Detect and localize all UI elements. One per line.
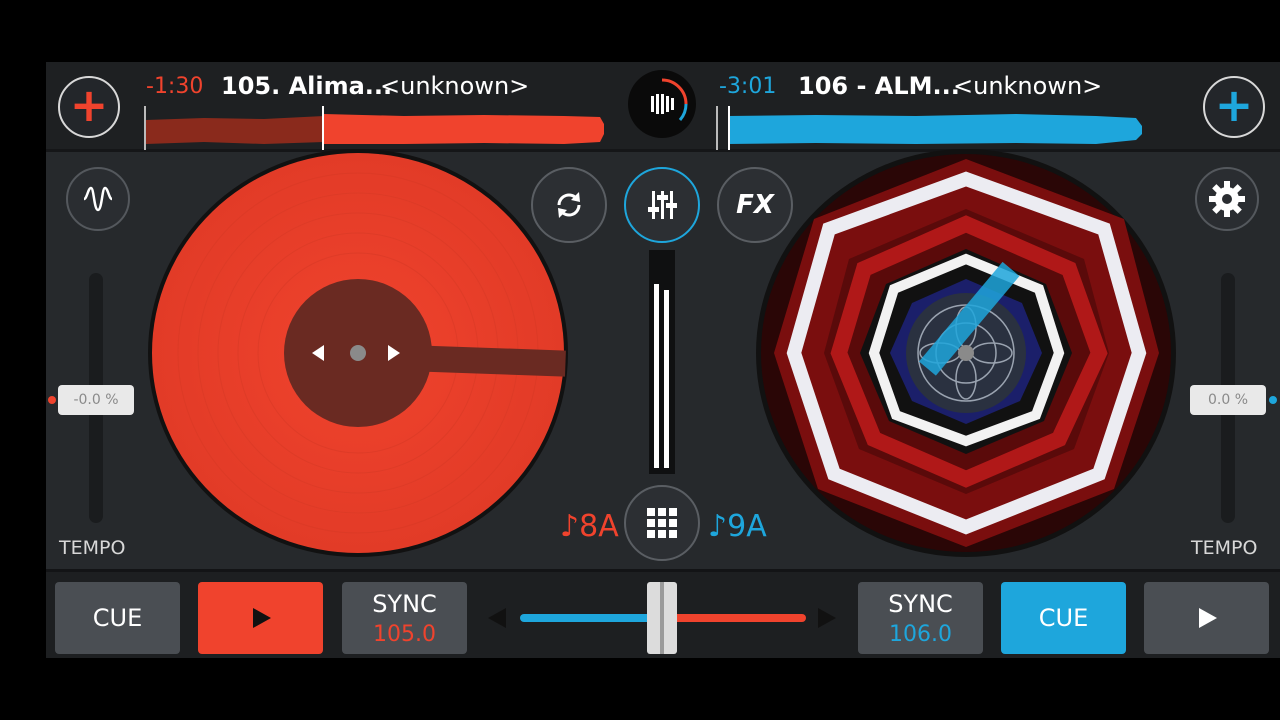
dj-app: + -1:30 105. Alima... <unknown> -3:01 10… [46,62,1280,658]
deck-a-play-button[interactable] [198,582,323,654]
deck-a-tempo-label: TEMPO [59,537,126,559]
deck-a-sync-label: SYNC [372,589,437,618]
deck-b-sync-button[interactable]: SYNC 106.0 [858,582,983,654]
deck-a-bpm: 105.0 [373,621,436,647]
deck-a-key: ♪8A [560,509,619,544]
gear-icon [1209,181,1245,217]
crossfader-left-icon [488,608,506,628]
deck-b-bpm: 106.0 [889,621,952,647]
deck-b-add-track-button[interactable]: + [1203,76,1265,138]
deck-a-cue-label: CUE [92,604,143,632]
vu-meter [649,250,675,474]
mixer-icon [648,191,677,219]
deck-b-track-title: 106 - ALM... [798,72,960,100]
settings-button[interactable] [1195,167,1259,231]
loop-icon [557,192,581,218]
waveform-view-button[interactable] [66,167,130,231]
plus-icon: + [69,78,109,132]
mixer-button[interactable] [624,167,700,243]
deck-a-cue-button[interactable]: CUE [55,582,180,654]
app-logo-icon[interactable] [628,70,696,138]
deck-b-tempo-indicator [1269,396,1277,404]
deck-a-waveform[interactable] [144,104,606,150]
deck-a-time-remaining: -1:30 [146,74,204,99]
transport-bar: CUE SYNC 105.0 SYNC 106.0 CUE [46,569,1280,658]
deck-a-add-track-button[interactable]: + [58,76,120,138]
deck-a-turntable[interactable] [146,149,572,561]
loop-button[interactable] [531,167,607,243]
plus-icon: + [1214,78,1254,132]
grid-button[interactable] [624,485,700,561]
deck-b-track-artist: <unknown> [953,72,1103,100]
deck-b-time-remaining: -3:01 [719,74,777,99]
deck-b-cue-button[interactable]: CUE [1001,582,1126,654]
deck-a-tempo-indicator [48,396,56,404]
deck-b-turntable[interactable] [754,149,1178,561]
deck-a-track-artist: <unknown> [380,72,530,100]
play-icon [252,608,271,628]
crossfader[interactable] [486,582,838,654]
crossfader-right-icon [818,608,836,628]
waveform-icon [83,186,113,212]
deck-b-tempo-label: TEMPO [1191,537,1258,559]
deck-a-sync-button[interactable]: SYNC 105.0 [342,582,467,654]
deck-b-tempo-handle[interactable]: 0.0 % [1190,385,1266,415]
crossfader-handle[interactable] [647,582,677,654]
deck-area: -0.0 % TEMPO FX ♪8A ♪9A 0.0 % TEMPO [46,149,1280,569]
vu-meter-left [654,284,659,468]
deck-b-play-button[interactable] [1144,582,1269,654]
grid-icon [647,508,677,538]
play-icon [1198,608,1217,628]
deck-b-sync-label: SYNC [888,589,953,618]
top-bar: + -1:30 105. Alima... <unknown> -3:01 10… [46,62,1280,152]
deck-b-waveform[interactable] [716,104,1146,150]
deck-b-cue-label: CUE [1038,604,1089,632]
vu-meter-right [664,290,669,468]
deck-a-tempo-handle[interactable]: -0.0 % [58,385,134,415]
deck-a-track-title: 105. Alima... [221,72,393,100]
